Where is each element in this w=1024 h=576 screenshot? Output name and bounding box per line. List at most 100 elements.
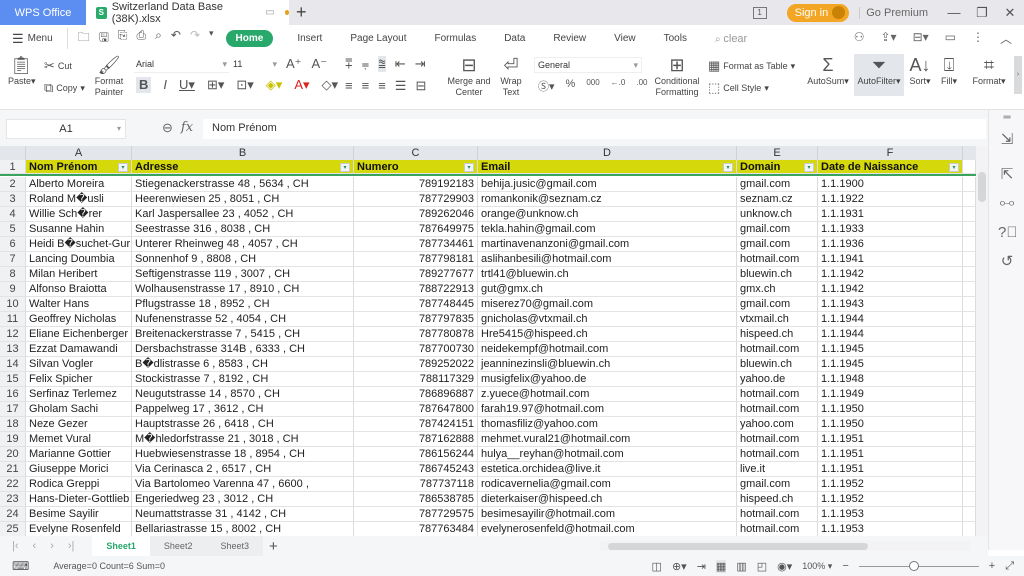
- cell-date[interactable]: 1.1.1950: [818, 402, 963, 417]
- cell-domain[interactable]: vtxmail.ch: [737, 312, 818, 327]
- last-sheet-icon[interactable]: ›|: [68, 540, 75, 552]
- row-number[interactable]: 23: [0, 492, 26, 507]
- cell-address[interactable]: Seestrasse 316 , 8038 , CH: [132, 222, 354, 237]
- header-cell-numero[interactable]: Numero ▾: [354, 160, 478, 174]
- cell-domain[interactable]: hotmail.com: [737, 387, 818, 402]
- cell-email[interactable]: farah19.97@hotmail.com: [478, 402, 737, 417]
- format-painter-button[interactable]: 🖌︎ Format Painter: [92, 54, 126, 98]
- cell-name[interactable]: Willie Sch�rer: [26, 207, 132, 222]
- horizontal-scrollbar[interactable]: [600, 541, 970, 551]
- cell-email[interactable]: thomasfiliz@yahoo.com: [478, 417, 737, 432]
- row-number[interactable]: 1: [0, 160, 26, 174]
- filter-dropdown-icon[interactable]: ▾: [723, 163, 733, 172]
- cell-name[interactable]: Susanne Hahin: [26, 222, 132, 237]
- empty-cell[interactable]: [963, 507, 976, 522]
- empty-cell[interactable]: [963, 177, 976, 192]
- cell-address[interactable]: Hauptstrasse 26 , 6418 , CH: [132, 417, 354, 432]
- row-number[interactable]: 2: [0, 177, 26, 192]
- cell-address[interactable]: Heerenwiesen 25 , 8051 , CH: [132, 192, 354, 207]
- cell-date[interactable]: 1.1.1942: [818, 267, 963, 282]
- monitor-icon[interactable]: ▭: [265, 7, 274, 18]
- cell-date[interactable]: 1.1.1933: [818, 222, 963, 237]
- zoom-formula-icon[interactable]: ⊖: [162, 120, 173, 136]
- wrap-text-button[interactable]: ⏎ Wrap Text: [498, 54, 524, 98]
- cell-number[interactable]: 787798181: [354, 252, 478, 267]
- cell-domain[interactable]: gmail.com: [737, 477, 818, 492]
- cell-name[interactable]: Felix Spicher: [26, 372, 132, 387]
- decrease-font-icon[interactable]: A⁻: [312, 56, 328, 72]
- cell-number[interactable]: 787729575: [354, 507, 478, 522]
- font-size-select[interactable]: 11 ▾: [231, 57, 279, 73]
- cell-email[interactable]: romankonik@seznam.cz: [478, 192, 737, 207]
- cell-number[interactable]: 787734461: [354, 237, 478, 252]
- tab-tools[interactable]: Tools: [664, 33, 687, 44]
- cell-name[interactable]: Serfinaz Terlemez: [26, 387, 132, 402]
- align-middle-icon[interactable]: ⩦: [362, 56, 370, 72]
- cell-address[interactable]: Wolhausenstrasse 17 , 8910 , CH: [132, 282, 354, 297]
- align-right-icon[interactable]: ≡: [378, 78, 386, 94]
- row-number[interactable]: 4: [0, 207, 26, 222]
- main-menu-button[interactable]: ☰ Menu: [12, 31, 53, 47]
- sign-in-button[interactable]: Sign in: [786, 3, 850, 22]
- cell-date[interactable]: 1.1.1945: [818, 357, 963, 372]
- cell-domain[interactable]: gmail.com: [737, 237, 818, 252]
- cell-email[interactable]: estetica.orchidea@live.it: [478, 462, 737, 477]
- cell-name[interactable]: Alberto Moreira: [26, 177, 132, 192]
- cell-date[interactable]: 1.1.1952: [818, 492, 963, 507]
- cell-address[interactable]: Neumattstrasse 31 , 4142 , CH: [132, 507, 354, 522]
- cell-number[interactable]: 788117329: [354, 372, 478, 387]
- column-header-a[interactable]: A: [26, 146, 132, 160]
- cell-email[interactable]: aslihanbesili@hotmail.com: [478, 252, 737, 267]
- empty-cell[interactable]: [963, 432, 976, 447]
- open-folder-icon[interactable]: 🗀: [78, 28, 90, 49]
- cell-address[interactable]: Via Cerinasca 2 , 6517 , CH: [132, 462, 354, 477]
- cell-domain[interactable]: gmail.com: [737, 297, 818, 312]
- underline-icon[interactable]: U▾: [179, 77, 195, 93]
- cell-address[interactable]: Neugutstrasse 14 , 8570 , CH: [132, 387, 354, 402]
- cell-email[interactable]: tekla.hahin@gmail.com: [478, 222, 737, 237]
- cell-date[interactable]: 1.1.1953: [818, 507, 963, 522]
- tab-insert[interactable]: Insert: [297, 33, 322, 44]
- cell-name[interactable]: Roland M�usli: [26, 192, 132, 207]
- vertical-scroll-thumb[interactable]: [978, 172, 986, 202]
- sheet-tab-sheet2[interactable]: Sheet2: [149, 536, 207, 556]
- cell-domain[interactable]: hispeed.ch: [737, 492, 818, 507]
- cell-email[interactable]: Hre5415@hispeed.ch: [478, 327, 737, 342]
- fullscreen-icon[interactable]: ⤢: [1005, 560, 1014, 573]
- cell-date[interactable]: 1.1.1949: [818, 387, 963, 402]
- cell-border-style-icon[interactable]: ⊡▾: [236, 77, 253, 93]
- cell-domain[interactable]: gmail.com: [737, 177, 818, 192]
- copy-button[interactable]: ⧉ Copy ▾: [44, 80, 85, 96]
- cell-name[interactable]: Evelyne Rosenfeld: [26, 522, 132, 537]
- row-number[interactable]: 13: [0, 342, 26, 357]
- reading-mode-icon[interactable]: ◫: [652, 560, 662, 573]
- cell-date[interactable]: 1.1.1951: [818, 432, 963, 447]
- column-header-d[interactable]: D: [478, 146, 737, 160]
- help-icon[interactable]: ?⃝: [998, 224, 1018, 241]
- empty-cell[interactable]: [963, 267, 976, 282]
- cell-number[interactable]: 787424151: [354, 417, 478, 432]
- currency-icon[interactable]: Ⓢ▾: [538, 78, 555, 94]
- tab-review[interactable]: Review: [553, 33, 586, 44]
- column-header-b[interactable]: B: [132, 146, 354, 160]
- cell-email[interactable]: neidekempf@hotmail.com: [478, 342, 737, 357]
- cell-date[interactable]: 1.1.1948: [818, 372, 963, 387]
- minimize-button[interactable]: —: [940, 5, 968, 20]
- cell-address[interactable]: Unterer Rheinweg 48 , 4057 , CH: [132, 237, 354, 252]
- ribbon-scroll-right[interactable]: ›: [1014, 56, 1022, 94]
- decrease-decimal-icon[interactable]: .00: [636, 78, 647, 94]
- cell-name[interactable]: Giuseppe Morici: [26, 462, 132, 477]
- empty-cell[interactable]: [963, 447, 976, 462]
- zoom-slider-knob[interactable]: [908, 560, 919, 571]
- cell-number[interactable]: 786896887: [354, 387, 478, 402]
- cell-domain[interactable]: live.it: [737, 462, 818, 477]
- cell-address[interactable]: B�dlistrasse 6 , 8583 , CH: [132, 357, 354, 372]
- percent-icon[interactable]: %: [566, 78, 576, 94]
- wps-office-tab[interactable]: WPS Office: [0, 0, 86, 25]
- cell-date[interactable]: 1.1.1931: [818, 207, 963, 222]
- clear-format-icon[interactable]: ◇▾: [322, 77, 339, 93]
- vertical-scrollbar[interactable]: [976, 146, 988, 536]
- header-cell-domain[interactable]: Domain ▾: [737, 160, 818, 174]
- cell-domain[interactable]: hispeed.ch: [737, 327, 818, 342]
- fill-button[interactable]: ⍗ Fill▾: [937, 54, 961, 87]
